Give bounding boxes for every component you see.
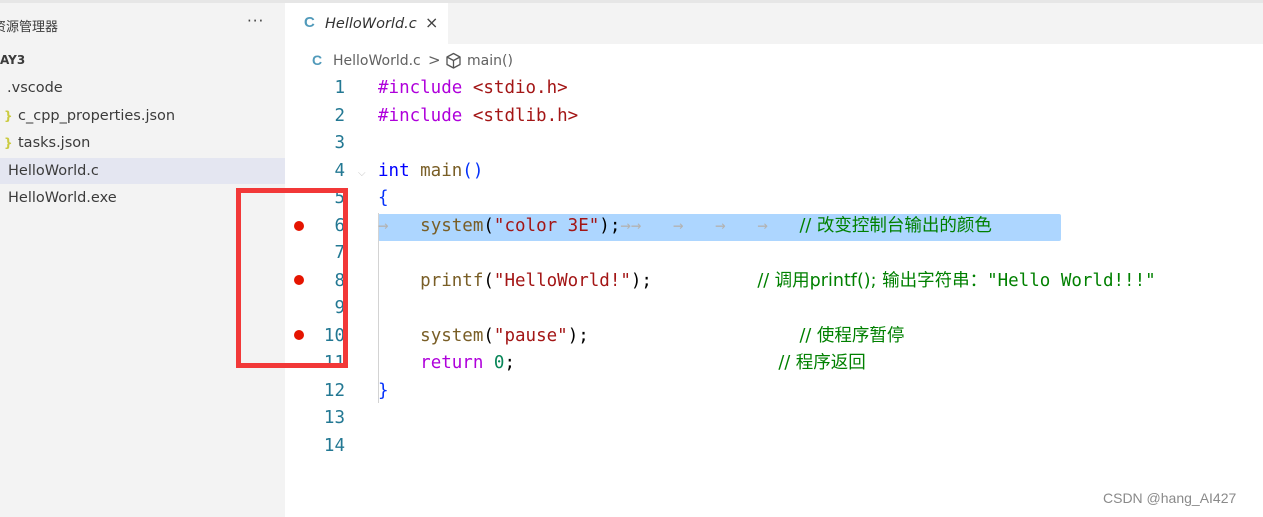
- statement-end: );: [599, 216, 621, 236]
- line-number: 2: [334, 106, 345, 126]
- code-comment-string: "Hello World!!!": [987, 271, 1156, 291]
- tree-item-label: HelloWorld.c: [8, 163, 99, 179]
- code-comment: // 程序返回: [778, 353, 866, 373]
- tree-item-label: HelloWorld.exe: [8, 190, 117, 206]
- code-comment: // 改变控制台输出的颜色: [799, 216, 992, 236]
- number-literal: 0: [493, 353, 505, 373]
- paren: (): [462, 161, 484, 181]
- tree-item-helloworld-c[interactable]: HelloWorld.c: [0, 158, 285, 184]
- tree-item-label: tasks.json: [18, 135, 91, 151]
- string-literal: "pause": [493, 326, 568, 346]
- paren-open: (: [483, 271, 494, 291]
- code-line-2[interactable]: #include <stdlib.h>: [378, 105, 578, 127]
- tab-bar: C HelloWorld.c ×: [285, 3, 1263, 44]
- preprocessor-directive: #include: [378, 78, 463, 98]
- function-name: main: [409, 161, 463, 181]
- tab-label: HelloWorld.c: [325, 16, 417, 32]
- c-file-icon: C: [312, 52, 323, 68]
- type-keyword: int: [378, 161, 410, 181]
- statement-end: );: [630, 271, 652, 291]
- close-icon[interactable]: ×: [425, 13, 438, 32]
- code-comment: // 调用printf(); 输出字符串：: [757, 271, 988, 291]
- include-header: <stdio.h>: [462, 78, 568, 98]
- tree-item-c-cpp-properties[interactable]: } c_cpp_properties.json: [0, 103, 285, 129]
- tree-item-tasks-json[interactable]: } tasks.json: [0, 130, 285, 156]
- code-line-1[interactable]: #include <stdio.h>: [378, 77, 568, 99]
- tab-helloworld-c[interactable]: C HelloWorld.c ×: [285, 3, 448, 44]
- code-line-11[interactable]: return 0; // 程序返回: [378, 352, 866, 374]
- fold-chevron-icon[interactable]: ⌵: [358, 168, 366, 179]
- red-highlight-box: [236, 188, 348, 368]
- breadcrumb-file[interactable]: HelloWorld.c: [333, 53, 421, 69]
- string-literal: "HelloWorld!": [493, 271, 631, 291]
- string-literal: "color 3E": [493, 216, 600, 236]
- code-line-8[interactable]: printf("HelloWorld!"); // 调用printf(); 输出…: [378, 270, 1156, 292]
- statement-end: );: [567, 326, 589, 346]
- code-line-10[interactable]: system("pause"); // 使程序暂停: [378, 325, 904, 347]
- line-number: 14: [323, 436, 345, 456]
- code-line-12[interactable]: }: [378, 380, 389, 402]
- indent-guide: [378, 213, 379, 403]
- code-line-6[interactable]: → system("color 3E");→→ → → → // 改变控制台输出…: [378, 215, 992, 237]
- explorer-title: 资源管理器: [0, 20, 59, 35]
- tree-item-vscode-folder[interactable]: .vscode: [0, 75, 285, 101]
- line-number: 12: [323, 381, 345, 401]
- line-number: 1: [334, 78, 345, 98]
- tree-item-label: c_cpp_properties.json: [18, 108, 176, 124]
- statement-end: ;: [504, 353, 516, 373]
- breadcrumb-symbol[interactable]: main(): [467, 53, 513, 69]
- line-number: 4: [334, 161, 345, 181]
- json-file-icon: }: [4, 109, 13, 123]
- chevron-right-icon: >: [428, 51, 441, 69]
- code-comment: // 使程序暂停: [799, 326, 905, 346]
- watermark: CSDN @hang_AI427: [1103, 490, 1237, 506]
- line-number: 3: [334, 133, 345, 153]
- function-call: printf: [420, 271, 484, 291]
- json-file-icon: }: [4, 136, 13, 150]
- line-number: 13: [323, 408, 345, 428]
- whitespace-arrows: →→ → → →: [620, 216, 800, 236]
- method-cube-icon: [445, 52, 462, 74]
- whitespace-arrow: →: [378, 216, 421, 236]
- tree-item-label: .vscode: [7, 80, 63, 96]
- paren-open: (: [483, 326, 494, 346]
- code-editor: C HelloWorld.c × C HelloWorld.c > main()…: [285, 3, 1263, 517]
- c-file-icon: C: [304, 14, 315, 31]
- preprocessor-directive: #include: [378, 106, 463, 126]
- code-line-5[interactable]: {: [378, 187, 389, 209]
- return-keyword: return: [420, 353, 484, 373]
- breadcrumb: C HelloWorld.c > main(): [285, 51, 685, 74]
- function-call: system: [420, 326, 484, 346]
- more-actions-icon[interactable]: ···: [247, 12, 264, 30]
- paren-open: (: [483, 216, 494, 236]
- function-call: system: [420, 216, 484, 236]
- project-folder[interactable]: AY3: [0, 53, 25, 67]
- include-header: <stdlib.h>: [462, 106, 579, 126]
- code-line-4[interactable]: int main(): [378, 160, 483, 182]
